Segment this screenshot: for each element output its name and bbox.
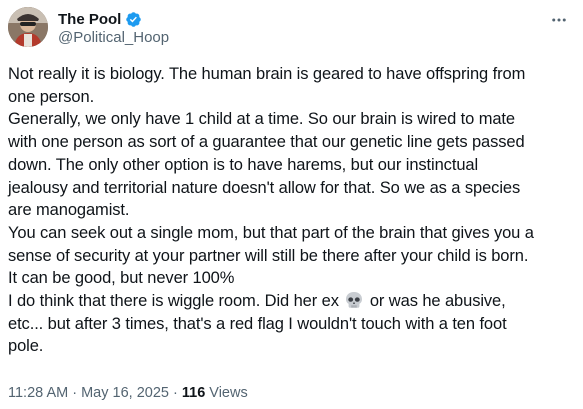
- tweet-text-line: etc... but after 3 times, that's a red f…: [8, 314, 507, 333]
- views-label: Views: [205, 385, 248, 401]
- views-count: 116: [181, 385, 206, 401]
- tweet: The Pool @Political_Hoop Not really it i…: [0, 0, 583, 409]
- avatar-photo-icon: [8, 7, 48, 47]
- tweet-time[interactable]: 11:28 AM: [8, 385, 68, 401]
- tweet-text-line: with one person as sort of a guarantee t…: [8, 133, 525, 152]
- author-handle[interactable]: @Political_Hoop: [58, 29, 169, 46]
- more-horizontal-icon[interactable]: [549, 10, 569, 30]
- tweet-text-segment: or was he abusive,: [365, 292, 506, 311]
- author-display-name[interactable]: The Pool: [58, 11, 121, 28]
- meta-separator: ·: [168, 385, 182, 401]
- tweet-text-line: sense of security at your partner will s…: [8, 246, 529, 265]
- tweet-text-line: down. The only other option is to have h…: [8, 155, 479, 174]
- tweet-text-segment: I do think that there is wiggle room. Di…: [8, 292, 339, 311]
- tweet-text-line: pole.: [8, 337, 44, 356]
- avatar[interactable]: [8, 7, 48, 47]
- tweet-text-line: Generally, we only have 1 child at a tim…: [8, 110, 515, 129]
- tweet-text-line: are manogamist.: [8, 201, 130, 220]
- tweet-text-line: Not really it is biology. The human brai…: [8, 65, 526, 83]
- tweet-text-line-with-emoji: I do think that there is wiggle room. Di…: [8, 290, 576, 313]
- tweet-date[interactable]: May 16, 2025: [81, 385, 169, 401]
- skull-emoji-icon: [344, 291, 364, 309]
- tweet-text: Not really it is biology. The human brai…: [8, 63, 576, 358]
- author-name-row: The Pool: [58, 9, 142, 29]
- tweet-text-line: jealousy and territorial nature doesn't …: [8, 178, 521, 197]
- verified-badge-icon: [125, 11, 142, 28]
- tweet-text-line: It can be good, but never 100%: [8, 269, 235, 288]
- tweet-meta: 11:28 AM · May 16, 2025 · 116 Views: [8, 385, 248, 401]
- meta-separator: ·: [68, 385, 82, 401]
- tweet-text-line: one person.: [8, 87, 95, 106]
- tweet-text-line: You can seek out a single mom, but that …: [8, 223, 534, 242]
